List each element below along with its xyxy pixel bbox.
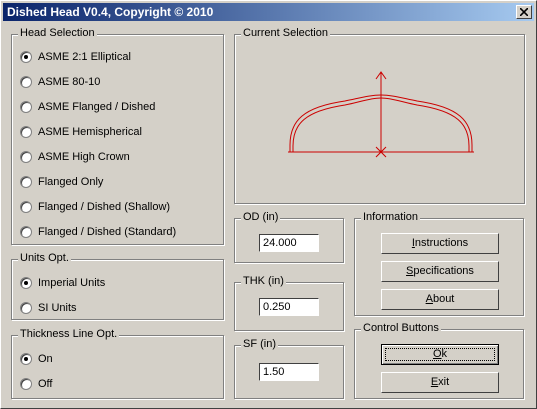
sf-label: SF (in) <box>241 338 278 350</box>
thickness-line-label: Thickness Line Opt. <box>18 328 120 340</box>
head-selection-label: Head Selection <box>18 27 97 39</box>
thk-label: THK (in) <box>241 275 286 287</box>
head-type-option[interactable]: ASME 2:1 Elliptical <box>20 49 131 65</box>
head-type-option[interactable]: ASME High Crown <box>20 149 130 165</box>
thickness-line-option-label: Off <box>38 378 53 390</box>
head-type-option[interactable]: Flanged / Dished (Shallow) <box>20 199 170 215</box>
sf-group: SF (in) 1.50 <box>234 338 344 399</box>
head-type-option-label: ASME 80-10 <box>38 76 101 88</box>
units-option-label: SI Units <box>38 302 77 314</box>
sf-input[interactable]: 1.50 <box>259 363 319 381</box>
control-buttons-group: Control Buttons Ok Exit <box>354 322 524 399</box>
head-type-option[interactable]: Flanged Only <box>20 174 103 190</box>
units-option[interactable]: SI Units <box>20 300 77 316</box>
units-group: Units Opt. Imperial Units SI Units <box>11 252 224 320</box>
information-label: Information <box>361 211 421 223</box>
close-icon <box>520 8 528 16</box>
head-type-option-label: Flanged Only <box>38 176 104 188</box>
radio-button-icon[interactable] <box>20 302 32 314</box>
od-group: OD (in) 24.000 <box>234 211 344 263</box>
control-buttons-label: Control Buttons <box>361 322 441 334</box>
head-type-option-label: Flanged / Dished (Shallow) <box>38 201 171 213</box>
window-title: Dished Head V0.4, Copyright © 2010 <box>7 5 214 19</box>
head-type-option-label: ASME High Crown <box>38 151 130 163</box>
thickness-line-option[interactable]: On <box>20 351 53 367</box>
radio-button-icon[interactable] <box>20 201 32 213</box>
exit-button[interactable]: Exit <box>381 372 499 393</box>
head-drawing <box>288 71 474 158</box>
current-selection-group: Current Selection <box>234 27 525 204</box>
radio-selected-dot <box>24 357 28 361</box>
head-type-option[interactable]: ASME Flanged / Dished <box>20 99 155 115</box>
radio-button-icon[interactable] <box>20 101 32 113</box>
radio-button-icon[interactable] <box>20 126 32 138</box>
main-window: Dished Head V0.4, Copyright © 2010 Head … <box>0 0 537 409</box>
thickness-line-option-label: On <box>38 353 53 365</box>
radio-button-icon[interactable] <box>20 353 32 365</box>
head-type-option-label: ASME Flanged / Dished <box>38 101 156 113</box>
units-option[interactable]: Imperial Units <box>20 275 105 291</box>
instructions-button[interactable]: Instructions <box>381 233 499 254</box>
radio-button-icon[interactable] <box>20 176 32 188</box>
close-button[interactable] <box>516 5 532 19</box>
radio-button-icon[interactable] <box>20 378 32 390</box>
about-button[interactable]: About <box>381 289 499 310</box>
units-option-label: Imperial Units <box>38 277 106 289</box>
head-type-option[interactable]: ASME 80-10 <box>20 74 100 90</box>
head-type-option-label: ASME 2:1 Elliptical <box>38 51 131 63</box>
thk-input[interactable]: 0.250 <box>259 298 319 316</box>
thickness-line-group: Thickness Line Opt. On Off <box>11 328 224 399</box>
od-input[interactable]: 24.000 <box>259 234 319 252</box>
radio-button-icon[interactable] <box>20 76 32 88</box>
head-selection-group: Head Selection ASME 2:1 Elliptical ASME 8… <box>11 27 224 245</box>
radio-selected-dot <box>24 55 28 59</box>
radio-button-icon[interactable] <box>20 151 32 163</box>
units-label: Units Opt. <box>18 252 71 264</box>
title-bar[interactable]: Dished Head V0.4, Copyright © 2010 <box>3 3 534 21</box>
height-arrow <box>375 71 387 158</box>
thk-group: THK (in) 0.250 <box>234 275 344 331</box>
radio-selected-dot <box>24 281 28 285</box>
od-label: OD (in) <box>241 211 281 223</box>
head-type-option-label: Flanged / Dished (Standard) <box>38 226 177 238</box>
thickness-line-option[interactable]: Off <box>20 376 52 392</box>
radio-button-icon[interactable] <box>20 277 32 289</box>
head-type-option-label: ASME Hemispherical <box>38 126 142 138</box>
radio-button-icon[interactable] <box>20 226 32 238</box>
head-type-option[interactable]: ASME Hemispherical <box>20 124 142 140</box>
radio-button-icon[interactable] <box>20 51 32 63</box>
specifications-button[interactable]: Specifications <box>381 261 499 282</box>
ok-button[interactable]: Ok <box>381 344 499 365</box>
information-group: Information Instructions Specifications … <box>354 211 524 316</box>
head-type-option[interactable]: Flanged / Dished (Standard) <box>20 224 176 240</box>
